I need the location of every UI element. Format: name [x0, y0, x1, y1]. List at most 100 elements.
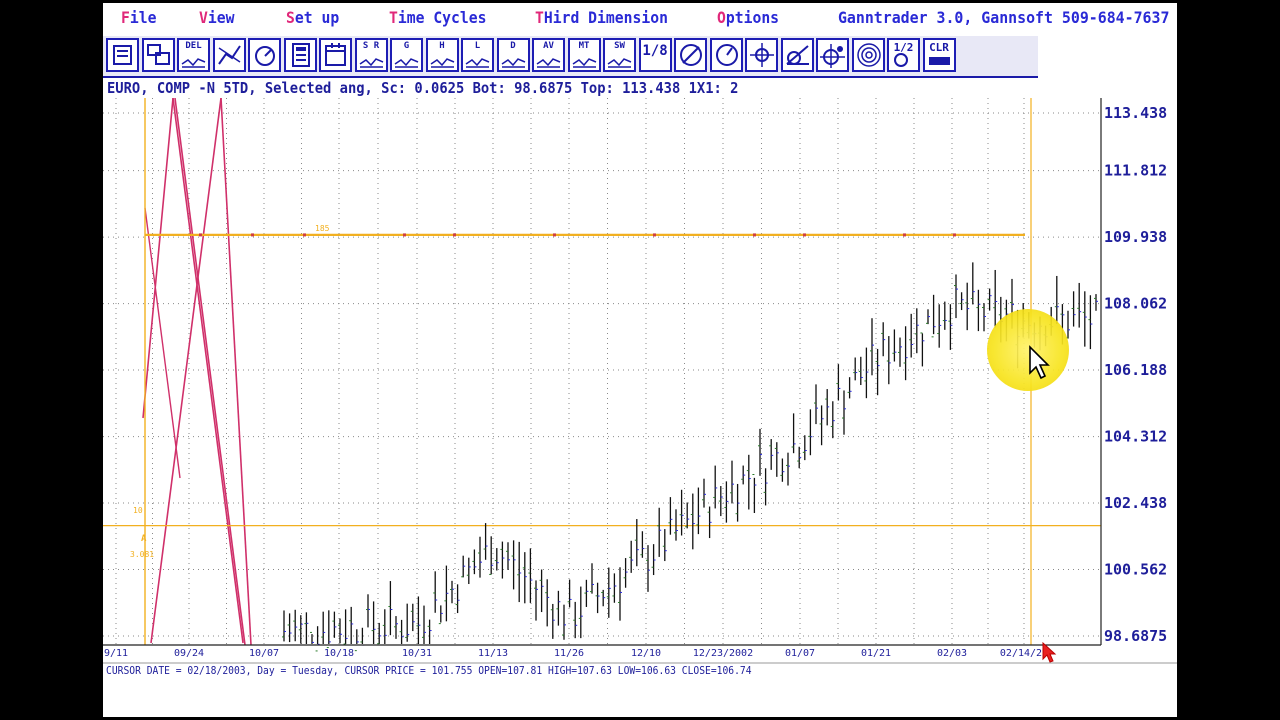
level-tick-mark	[653, 233, 656, 237]
price-tick-label: 102.438	[1104, 494, 1167, 512]
left-a-label: A	[141, 534, 147, 544]
calendar-button[interactable]	[319, 38, 352, 72]
menu-bar: File View Set up Time Cycles THird Dimen…	[103, 3, 1177, 33]
calendar-icon	[325, 43, 346, 66]
level-tick-mark	[553, 233, 556, 237]
menu-view[interactable]: View	[199, 8, 234, 27]
target-move-icon	[820, 44, 845, 68]
sr-button[interactable]: S R	[354, 38, 388, 72]
calculator-icon	[291, 43, 310, 67]
menu-third-dimension[interactable]: THird Dimension	[535, 8, 668, 27]
date-tick-label: 09/24	[174, 648, 204, 659]
price-tick-label: 100.562	[1104, 561, 1167, 579]
price-tick-label: 111.812	[1104, 162, 1167, 180]
menu-options-hotkey: O	[717, 8, 726, 27]
gann-d-button[interactable]: D	[496, 38, 530, 72]
menu-third-dimension-label: Hird Dimension	[543, 8, 668, 27]
level-tick-mark	[803, 233, 806, 237]
line-button[interactable]	[212, 38, 246, 72]
angle-button[interactable]	[780, 38, 814, 72]
date-tick-label: 9/11	[104, 648, 128, 659]
clock-button[interactable]	[709, 38, 743, 72]
date-tick-label: 10/18	[324, 648, 354, 659]
menu-file-hotkey: F	[121, 8, 130, 27]
toolbar-button-label: 1/2	[893, 41, 914, 54]
angle-icon	[785, 45, 809, 65]
menu-setup-hotkey: S	[286, 8, 295, 27]
half-gear-button[interactable]: 1/2	[887, 38, 920, 72]
clear-button[interactable]: CLR	[922, 38, 956, 72]
date-tick-label: 12/10	[631, 648, 661, 659]
menu-options-label: ptions	[725, 8, 780, 27]
level-tick-mark	[753, 233, 756, 237]
menu-options[interactable]: Options	[717, 8, 779, 27]
level-tick-mark	[903, 233, 906, 237]
toolbar-button-label: DEL	[185, 41, 202, 51]
gann-h-button[interactable]: H	[425, 38, 459, 72]
toolbar-button-label: H	[439, 41, 445, 51]
menu-file-label: ile	[129, 8, 157, 27]
level-upper-label: 185	[315, 224, 330, 233]
cycle-icon	[255, 46, 275, 66]
price-tick-label: 109.938	[1104, 228, 1167, 246]
calculator-button[interactable]	[283, 38, 317, 72]
crosshair-icon	[750, 43, 774, 67]
delete-button[interactable]: DEL	[177, 38, 210, 72]
level-tick-mark	[953, 233, 956, 237]
gann-l-button[interactable]: L	[461, 38, 494, 72]
cycle-button[interactable]	[248, 38, 281, 72]
average-button[interactable]: AV	[532, 38, 565, 72]
price-tick-label: 108.062	[1104, 295, 1167, 313]
date-tick-label: 01/07	[785, 648, 815, 659]
price-tick-label: 106.188	[1104, 361, 1167, 379]
clock-icon	[715, 44, 738, 66]
toolbar-button-label: D	[510, 41, 516, 51]
price-tick-label: 104.312	[1104, 428, 1167, 446]
menu-time-cycles-hotkey: T	[389, 8, 398, 27]
gann-g-button[interactable]: G	[390, 38, 423, 72]
menu-time-cycles[interactable]: Time Cycles	[389, 8, 486, 27]
date-tick-label: 02/03	[937, 648, 967, 659]
menu-time-cycles-label: ime Cycles	[397, 8, 487, 27]
windows-icon	[146, 44, 170, 65]
level-tick-mark	[403, 233, 406, 237]
circle-slash-icon	[680, 44, 702, 66]
ganntrader-window: File View Set up Time Cycles THird Dimen…	[103, 3, 1177, 717]
date-tick-label: 11/13	[478, 648, 508, 659]
crosshair-button[interactable]	[745, 38, 778, 72]
toolbar-button-label: SW	[614, 41, 625, 51]
window-title: Ganntrader 3.0, Gannsoft 509-684-7637	[837, 8, 1169, 27]
menu-view-label: iew	[207, 8, 235, 27]
level-tick-mark	[251, 233, 254, 237]
price-tick-label: 113.438	[1104, 104, 1167, 122]
toolbar-button-label: AV	[543, 41, 554, 51]
menu-file[interactable]: File	[121, 8, 156, 27]
print-button[interactable]	[106, 38, 139, 72]
toolbar: DEL S R G H L D AV MT SW 1/8 1/2 CLR	[103, 36, 1038, 78]
date-tick-label: 01/21	[861, 648, 891, 659]
menu-setup[interactable]: Set up	[286, 8, 339, 27]
windows-button[interactable]	[141, 38, 175, 72]
mt-button[interactable]: MT	[567, 38, 601, 72]
toolbar-button-label: S R	[362, 41, 380, 51]
target-move-button[interactable]	[816, 38, 849, 72]
menu-setup-label: et up	[294, 8, 340, 27]
chart-info-line: EURO, COMP -N 5TD, Selected ang, Sc: 0.0…	[107, 79, 739, 97]
level-tick-mark	[303, 233, 306, 237]
toolbar-button-label: G	[403, 41, 410, 51]
spiral-button[interactable]	[851, 38, 885, 72]
cursor-status-line: CURSOR DATE = 02/18/2003, Day = Tuesday,…	[106, 665, 752, 677]
menu-third-dimension-hotkey: T	[535, 8, 544, 27]
red-pointer-icon	[1042, 641, 1057, 663]
date-tick-label: 11/26	[554, 648, 584, 659]
date-tick-label: 10/07	[249, 648, 279, 659]
date-tick-label: 10/31	[402, 648, 432, 659]
date-tick-label: 12/23/2002	[693, 648, 753, 659]
line-icon	[217, 45, 241, 65]
fraction-button[interactable]: 1/8	[638, 38, 672, 72]
swing-button[interactable]: SW	[603, 38, 636, 72]
circle-slash-button[interactable]	[674, 38, 707, 72]
toolbar-button-label: 1/8	[642, 43, 668, 59]
menu-view-hotkey: V	[199, 8, 208, 27]
mouse-pointer-icon	[1029, 345, 1050, 380]
